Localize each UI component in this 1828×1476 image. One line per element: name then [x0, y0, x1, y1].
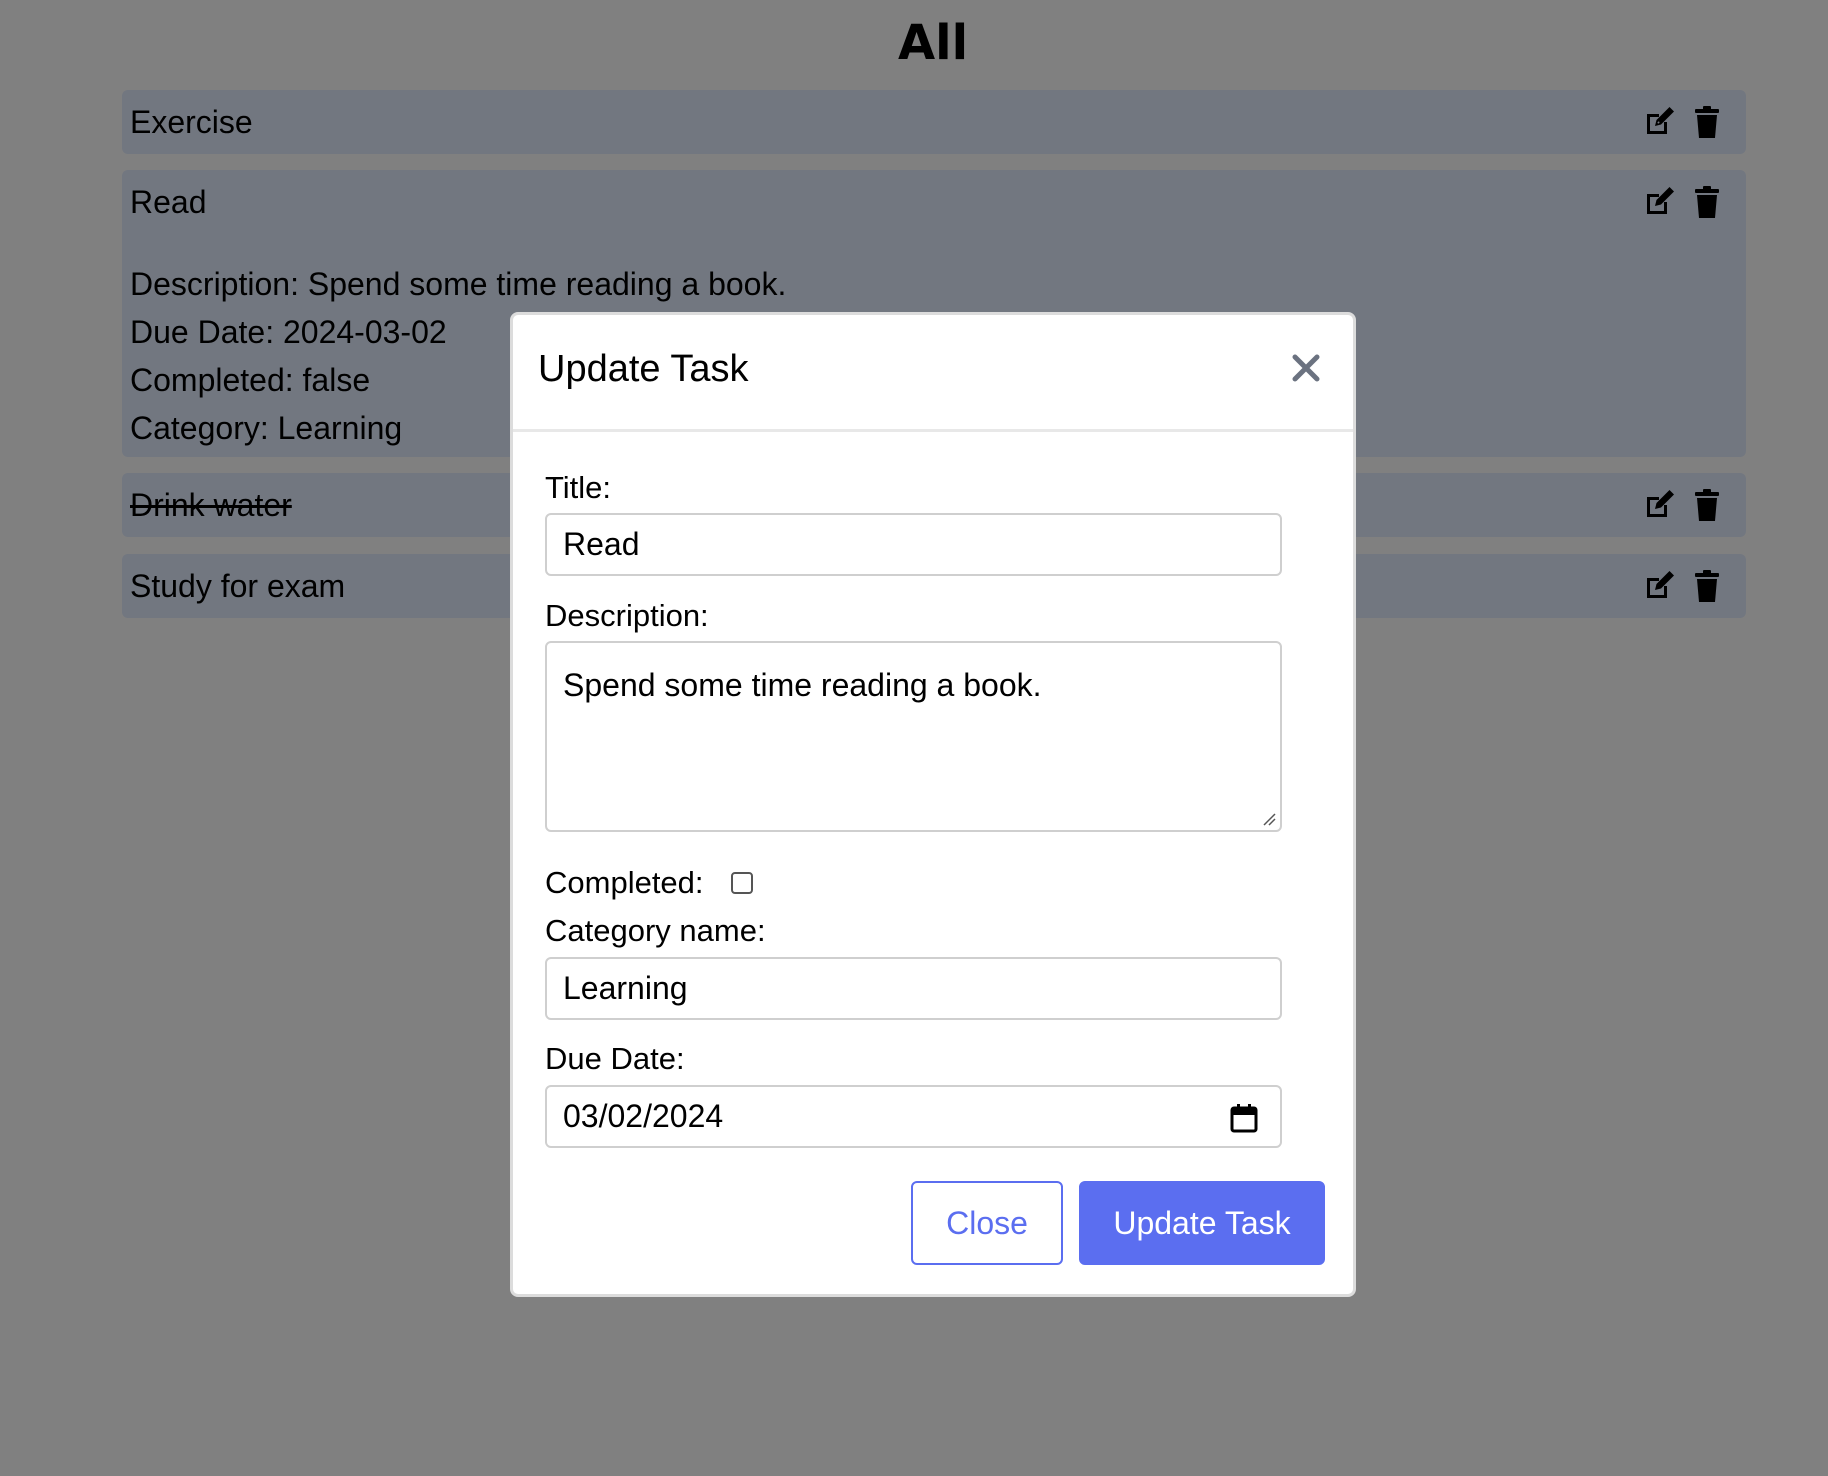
- task-actions: [1642, 106, 1724, 138]
- page-title: All: [897, 15, 969, 71]
- due-date-value: 03/02/2024: [563, 1098, 724, 1134]
- trash-icon[interactable]: [1690, 105, 1724, 139]
- modal-title: Update Task: [538, 348, 749, 390]
- edit-icon[interactable]: [1642, 488, 1676, 522]
- completed-label: Completed:: [545, 865, 704, 900]
- trash-icon[interactable]: [1690, 569, 1724, 603]
- due-date-label: Due Date:: [545, 1041, 685, 1076]
- page: All Exercise Read Description: Spend som…: [0, 0, 1828, 1476]
- description-textarea[interactable]: Spend some time reading a book.: [545, 641, 1282, 832]
- completed-checkbox[interactable]: [731, 872, 753, 894]
- task-description: Description: Spend some time reading a b…: [130, 266, 787, 302]
- task-title: Exercise: [130, 104, 253, 140]
- task-title: Drink water: [130, 487, 292, 523]
- calendar-icon[interactable]: [1230, 1103, 1258, 1133]
- task-title: Study for exam: [130, 568, 346, 604]
- due-date-input[interactable]: 03/02/2024: [545, 1085, 1282, 1148]
- edit-icon[interactable]: [1642, 569, 1676, 603]
- update-task-button[interactable]: Update Task: [1079, 1181, 1325, 1265]
- edit-icon[interactable]: [1642, 105, 1676, 139]
- description-value: Spend some time reading a book.: [563, 667, 1042, 703]
- trash-icon[interactable]: [1690, 488, 1724, 522]
- update-task-modal: Update Task Title: Read Description: Spe…: [510, 312, 1356, 1297]
- description-label: Description:: [545, 598, 709, 633]
- task-actions: [1642, 570, 1724, 602]
- edit-icon[interactable]: [1642, 185, 1676, 219]
- category-input[interactable]: Learning: [545, 957, 1282, 1020]
- trash-icon[interactable]: [1690, 185, 1724, 219]
- task-actions: [1642, 489, 1724, 521]
- task-item-exercise[interactable]: Exercise: [122, 90, 1746, 154]
- close-button[interactable]: Close: [911, 1181, 1063, 1265]
- resize-grip-icon[interactable]: [1260, 810, 1276, 826]
- category-label: Category name:: [545, 913, 766, 948]
- title-label: Title:: [545, 470, 612, 505]
- close-icon[interactable]: [1287, 349, 1325, 387]
- task-actions: [1642, 186, 1724, 218]
- title-input[interactable]: Read: [545, 513, 1282, 576]
- modal-header: Update Task: [513, 315, 1353, 432]
- task-title: Read: [130, 184, 207, 220]
